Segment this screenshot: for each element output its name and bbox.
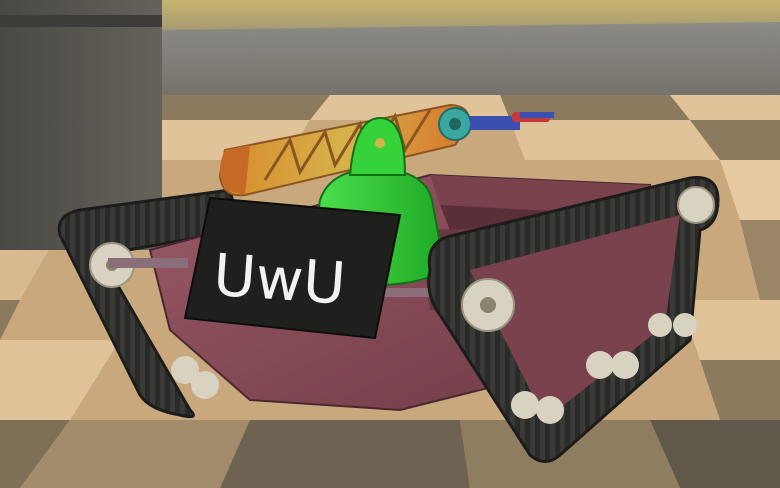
render-scene: UwU — [0, 0, 780, 488]
wheel — [536, 396, 564, 424]
wheel — [191, 371, 219, 399]
sign-text: UwU — [211, 241, 348, 318]
wheel — [648, 313, 672, 337]
front-sign: UwU — [183, 196, 402, 340]
wheel — [677, 186, 715, 224]
scene-canvas: UwU — [0, 0, 780, 488]
axle-rod — [108, 258, 188, 268]
wheel — [673, 313, 697, 337]
far-wall — [160, 22, 780, 95]
wheel — [611, 351, 639, 379]
wheel — [511, 391, 539, 419]
wheel — [586, 351, 614, 379]
